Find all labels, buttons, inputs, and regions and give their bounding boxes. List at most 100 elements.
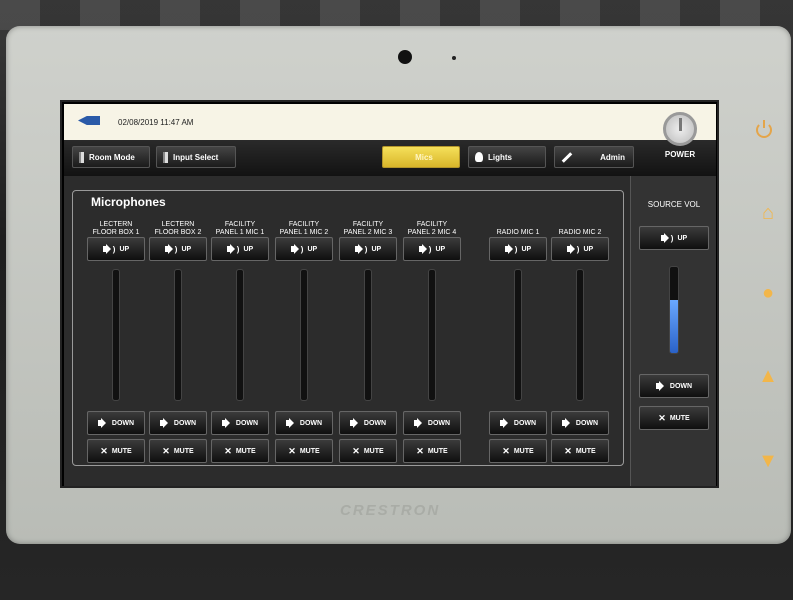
mute-button[interactable]: ✕ MUTE xyxy=(403,439,461,463)
down-label: DOWN xyxy=(427,419,451,427)
speaker-icon xyxy=(159,418,170,428)
volume-fader[interactable] xyxy=(514,269,522,401)
mute-label: MUTE xyxy=(363,447,384,455)
volume-up-button[interactable]: ) UP xyxy=(551,237,609,261)
mute-button[interactable]: ✕ MUTE xyxy=(339,439,397,463)
source-volume-label: SOURCE VOL xyxy=(647,200,701,209)
hardkey-lights[interactable]: ● xyxy=(756,282,780,305)
speaker-icon xyxy=(413,418,424,428)
volume-down-button[interactable]: DOWN xyxy=(149,411,207,435)
channel-label: LECTERN FLOOR BOX 2 xyxy=(155,215,202,237)
mute-icon: ✕ xyxy=(416,445,424,456)
channel-label: LECTERN FLOOR BOX 1 xyxy=(93,215,140,237)
mute-label: MUTE xyxy=(575,447,596,455)
volume-up-button[interactable]: ) UP xyxy=(339,237,397,261)
source-volume-down-button[interactable]: DOWN xyxy=(639,374,709,398)
home-icon: ⌂ xyxy=(761,202,775,224)
up-label: UP xyxy=(371,245,382,253)
volume-up-button[interactable]: ) UP xyxy=(489,237,547,261)
volume-up-button[interactable]: ) UP xyxy=(211,237,269,261)
source-volume-control: SOURCE VOL ) UP DOWN ✕ MUTE xyxy=(631,200,717,430)
mute-button[interactable]: ✕ MUTE xyxy=(551,439,609,463)
volume-fader[interactable] xyxy=(576,269,584,401)
panel-title: Microphones xyxy=(87,195,170,209)
volume-fader[interactable] xyxy=(300,269,308,401)
down-label: DOWN xyxy=(363,419,387,427)
channel-label-line2: FLOOR BOX 2 xyxy=(154,229,202,236)
volume-down-button[interactable]: DOWN xyxy=(275,411,333,435)
panel-icon xyxy=(79,151,84,163)
source-volume-up-button[interactable]: ) UP xyxy=(639,226,709,250)
volume-down-button[interactable]: DOWN xyxy=(489,411,547,435)
volume-fader[interactable] xyxy=(364,269,372,401)
admin-button[interactable]: Admin xyxy=(554,146,634,168)
touch-screen: 02/08/2019 11:47 AM Room Mode Input Sele… xyxy=(60,100,719,488)
channel-label: FACILITY PANEL 1 MIC 1 xyxy=(216,215,265,237)
source-volume-fader[interactable] xyxy=(669,266,679,354)
channel-label-line2: FLOOR BOX 1 xyxy=(92,229,140,236)
lights-button[interactable]: Lights xyxy=(468,146,546,168)
power-button[interactable]: POWER xyxy=(650,112,710,159)
volume-down-button[interactable]: DOWN xyxy=(339,411,397,435)
hardkey-home[interactable]: ⌂ xyxy=(756,202,780,225)
speaker-icon xyxy=(655,381,666,391)
volume-up-button[interactable]: ) UP xyxy=(275,237,333,261)
hardkey-power[interactable] xyxy=(756,120,780,138)
channel-label: FACILITY PANEL 1 MIC 2 xyxy=(280,215,329,237)
hardkey-up[interactable]: ▲ xyxy=(756,365,780,388)
mic-channel: FACILITY PANEL 1 MIC 2 ) UP DOWN ✕ MUTE xyxy=(275,215,333,463)
speaker-icon xyxy=(354,244,365,254)
volume-fader[interactable] xyxy=(428,269,436,401)
volume-down-button[interactable]: DOWN xyxy=(211,411,269,435)
mute-icon: ✕ xyxy=(224,445,232,456)
mute-icon: ✕ xyxy=(564,445,572,456)
volume-down-button[interactable]: DOWN xyxy=(403,411,461,435)
speaker-icon xyxy=(164,244,175,254)
down-label: DOWN xyxy=(111,419,135,427)
panel-icon xyxy=(163,151,168,163)
nav-bar: Room Mode Input Select Mics Lights Admin… xyxy=(64,112,716,176)
input-select-label: Input Select xyxy=(173,152,219,162)
channel-label-line1: LECTERN xyxy=(99,221,133,228)
speaker-icon xyxy=(418,244,429,254)
mics-page: Microphones LECTERN FLOOR BOX 1 ) UP DOW… xyxy=(64,176,716,486)
down-label: DOWN xyxy=(173,419,197,427)
tab-mics[interactable]: Mics xyxy=(382,146,460,168)
volume-down-button[interactable]: DOWN xyxy=(87,411,145,435)
hardkey-down[interactable]: ▼ xyxy=(756,450,780,473)
mute-icon: ✕ xyxy=(288,445,296,456)
down-label: DOWN xyxy=(299,419,323,427)
power-icon xyxy=(756,120,772,138)
mic-channel: FACILITY PANEL 1 MIC 1 ) UP DOWN ✕ MUTE xyxy=(211,215,269,463)
mute-button[interactable]: ✕ MUTE xyxy=(149,439,207,463)
volume-up-button[interactable]: ) UP xyxy=(87,237,145,261)
power-icon xyxy=(663,112,697,146)
up-label: UP xyxy=(243,245,254,253)
volume-down-button[interactable]: DOWN xyxy=(551,411,609,435)
input-select-button[interactable]: Input Select xyxy=(156,146,236,168)
source-volume-mute-button[interactable]: ✕ MUTE xyxy=(639,406,709,430)
channel-label-line2: RADIO MIC 1 xyxy=(496,229,540,236)
channel-label-line1: FACILITY xyxy=(288,221,320,228)
volume-fader[interactable] xyxy=(174,269,182,401)
volume-fader[interactable] xyxy=(112,269,120,401)
speaker-icon xyxy=(285,418,296,428)
up-label: UP xyxy=(181,245,192,253)
source-volume-level xyxy=(670,299,678,353)
down-label: DOWN xyxy=(669,382,693,390)
room-mode-button[interactable]: Room Mode xyxy=(72,146,150,168)
up-label: UP xyxy=(307,245,318,253)
volume-up-button[interactable]: ) UP xyxy=(403,237,461,261)
mute-button[interactable]: ✕ MUTE xyxy=(489,439,547,463)
mute-button[interactable]: ✕ MUTE xyxy=(275,439,333,463)
mute-button[interactable]: ✕ MUTE xyxy=(211,439,269,463)
mute-icon: ✕ xyxy=(100,445,108,456)
mute-label: MUTE xyxy=(299,447,320,455)
speaker-icon xyxy=(290,244,301,254)
mute-button[interactable]: ✕ MUTE xyxy=(87,439,145,463)
source-volume-panel: SOURCE VOL ) UP DOWN ✕ MUTE xyxy=(630,176,716,486)
up-label: UP xyxy=(677,234,688,242)
volume-up-button[interactable]: ) UP xyxy=(149,237,207,261)
channel-label: RADIO MIC 2 xyxy=(559,215,602,237)
volume-fader[interactable] xyxy=(236,269,244,401)
